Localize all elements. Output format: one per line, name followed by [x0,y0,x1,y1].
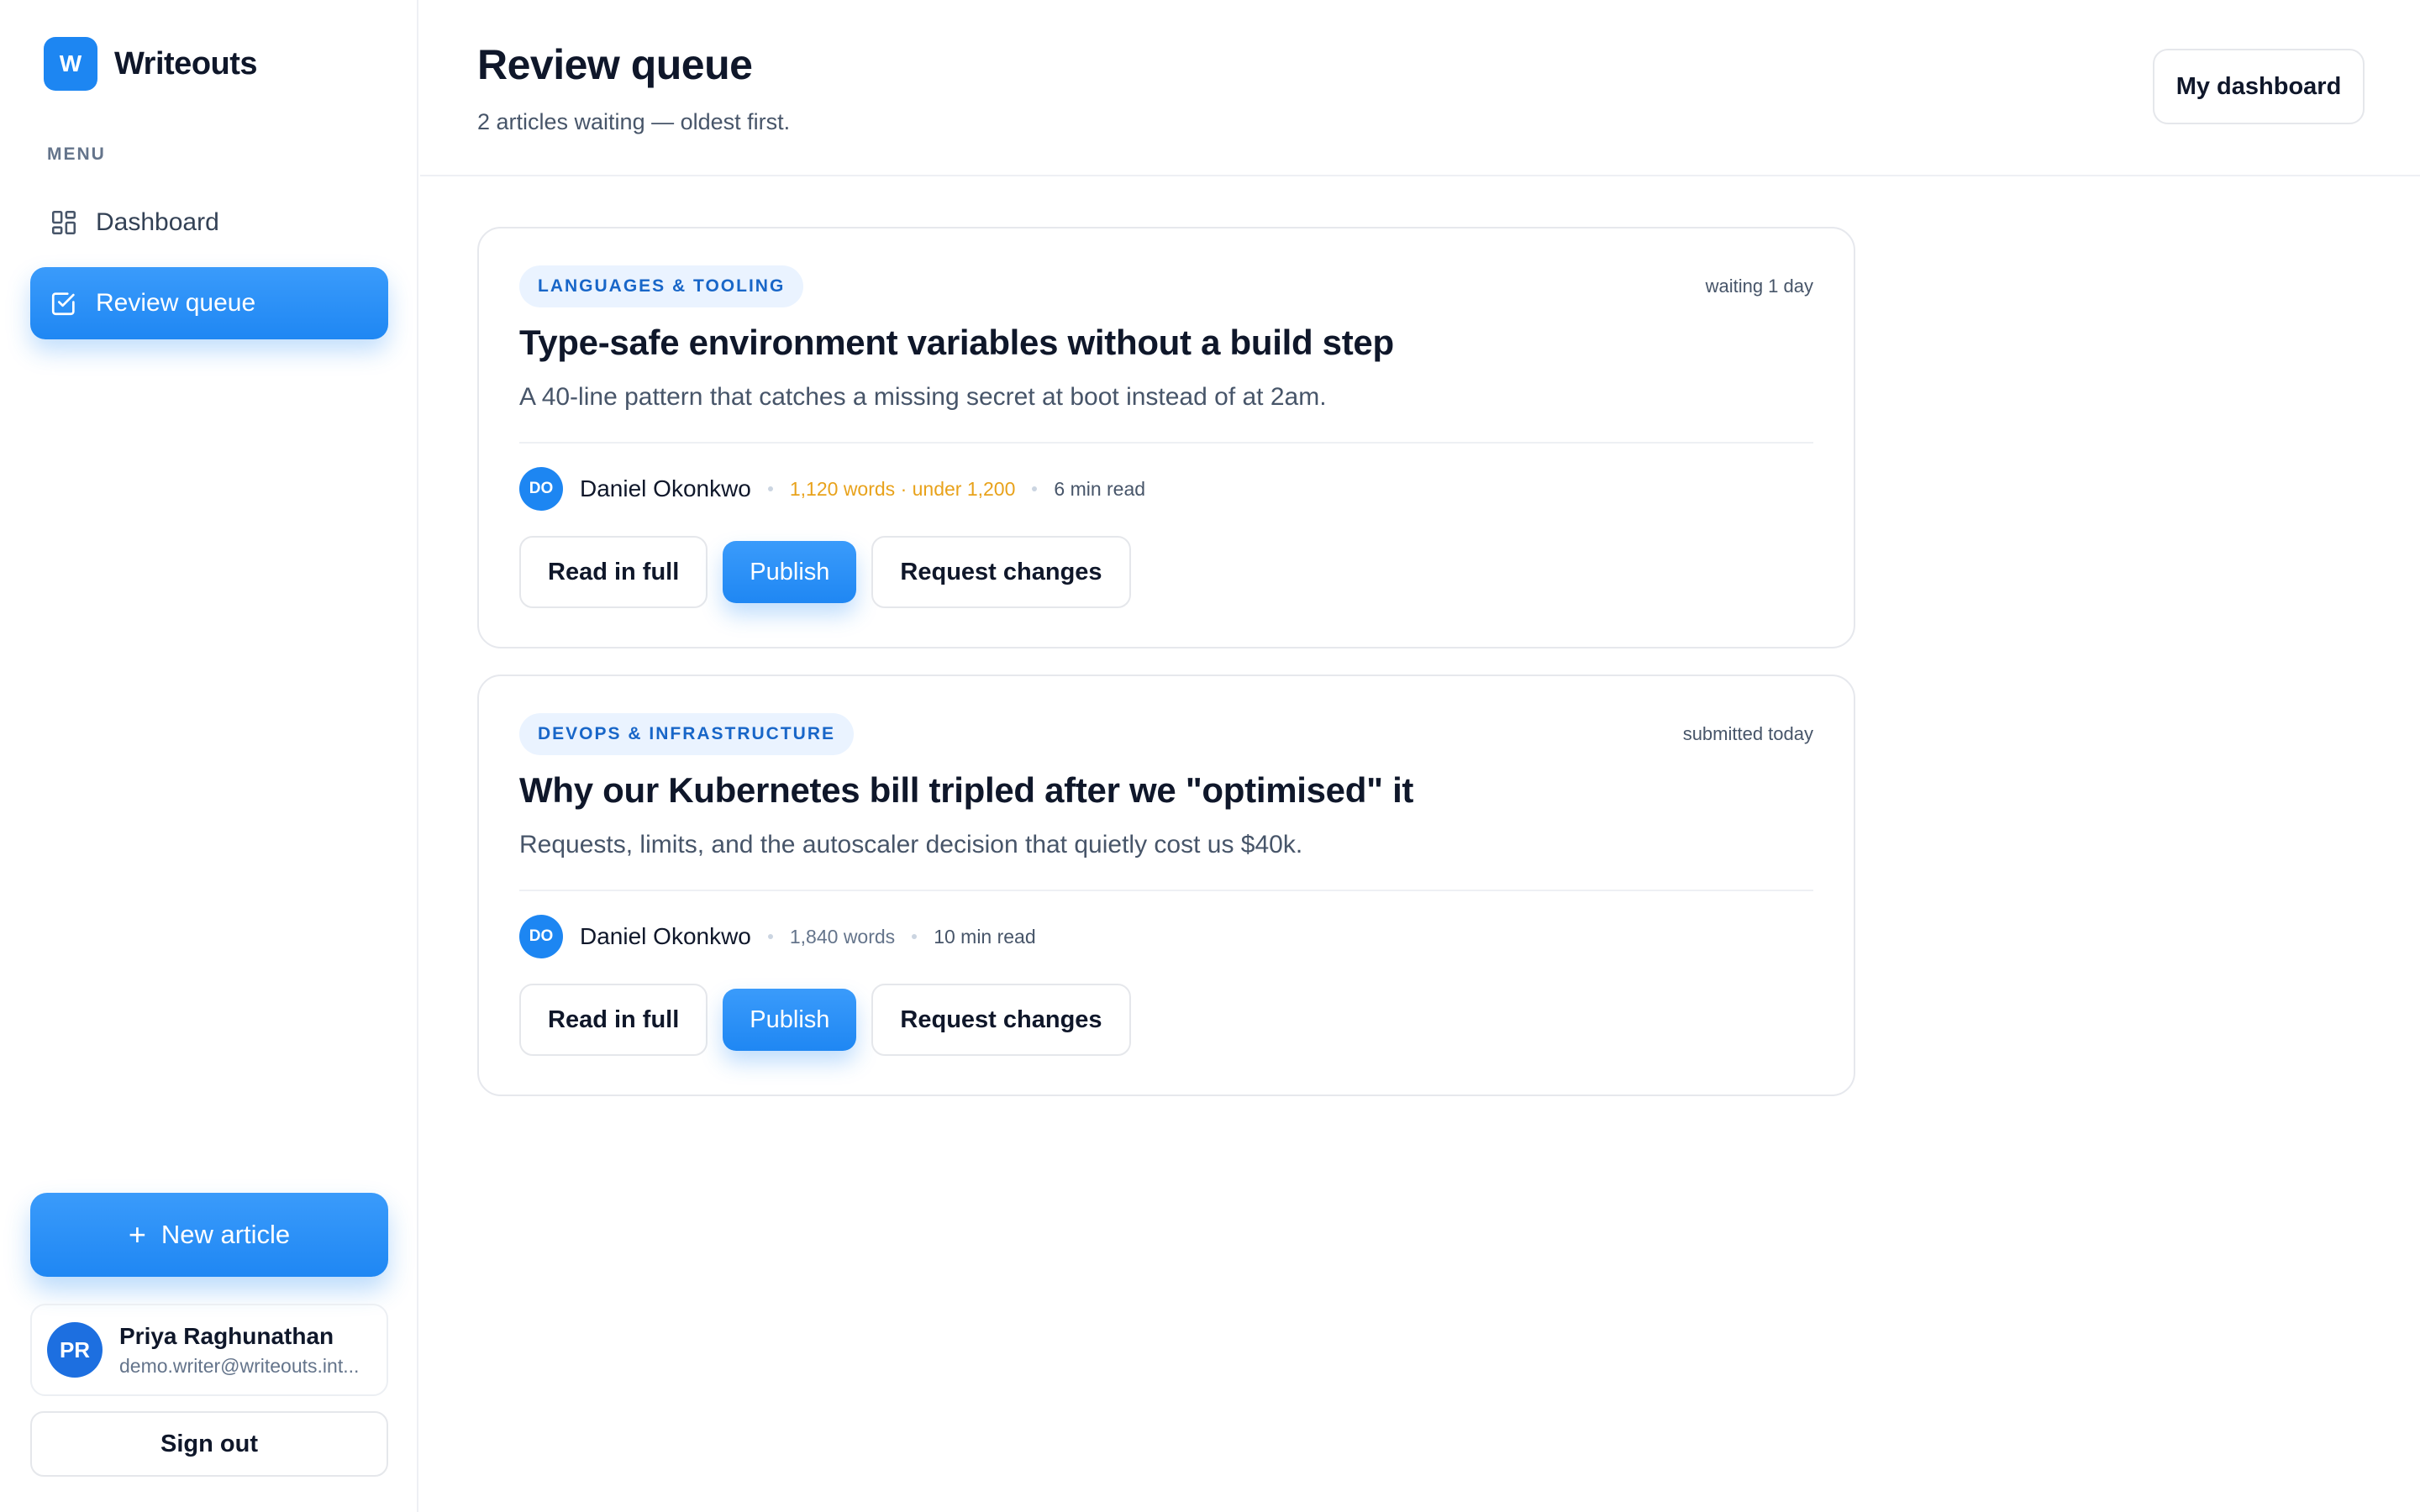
user-card[interactable]: PR Priya Raghunathan demo.writer@writeou… [30,1304,388,1396]
article-meta: DO Daniel Okonkwo 1,120 words · under 1,… [519,467,1145,511]
status-text: waiting 1 day [1705,276,1813,297]
separator-dot [912,934,918,939]
my-dashboard-button[interactable]: My dashboard [2153,49,2365,124]
read-in-full-button[interactable]: Read in full [519,536,708,608]
page-header: Review queue 2 articles waiting — oldest… [420,0,2420,176]
avatar: DO [519,915,563,958]
brand[interactable]: W Writeouts [44,37,258,91]
separator-dot [767,934,773,939]
sidebar-item-label: Dashboard [96,208,219,236]
divider [519,890,1813,891]
user-email: demo.writer@writeouts.int... [119,1354,360,1377]
article-card: DEVOPS & INFRASTRUCTURE submitted today … [477,675,1855,1096]
grid-icon [49,207,79,238]
new-article-button[interactable]: + New article [30,1193,388,1277]
article-title: Why our Kubernetes bill tripled after we… [519,770,1414,810]
article-title: Type-safe environment variables without … [519,323,1394,362]
category-tag: DEVOPS & INFRASTRUCTURE [519,713,855,755]
read-time: 10 min read [934,925,1036,948]
request-changes-button[interactable]: Request changes [871,536,1131,608]
status-text: submitted today [1682,723,1813,744]
new-article-label: New article [160,1220,291,1249]
author-name: Daniel Okonkwo [580,475,751,501]
avatar: PR [47,1322,103,1378]
publish-button[interactable]: Publish [723,541,857,603]
author-name: Daniel Okonkwo [580,923,751,949]
menu-label: MENU [47,144,106,164]
word-count: 1,840 words [789,925,896,948]
brand-logo: W [44,37,97,91]
article-description: Requests, limits, and the autoscaler dec… [519,831,1303,858]
separator-dot [767,486,773,491]
request-changes-button[interactable]: Request changes [871,984,1131,1056]
article-meta: DO Daniel Okonkwo 1,840 words 10 min rea… [519,915,1036,958]
divider [519,442,1813,444]
article-actions: Read in full Publish Request changes [519,984,1131,1056]
read-time: 6 min read [1054,477,1146,500]
plus-icon: + [128,1217,146,1252]
article-actions: Read in full Publish Request changes [519,536,1131,608]
sidebar-item-dashboard[interactable]: Dashboard [30,186,388,259]
read-in-full-button[interactable]: Read in full [519,984,708,1056]
sidebar-item-label: Review queue [96,289,256,317]
sign-out-button[interactable]: Sign out [30,1411,388,1477]
publish-button[interactable]: Publish [723,989,857,1051]
brand-name: Writeouts [114,45,258,81]
category-tag: LANGUAGES & TOOLING [519,265,804,307]
user-name: Priya Raghunathan [119,1322,334,1349]
checkbox-icon [49,288,79,318]
article-description: A 40-line pattern that catches a missing… [519,383,1327,411]
separator-dot [1032,486,1038,491]
article-card: LANGUAGES & TOOLING waiting 1 day Type-s… [477,227,1855,648]
sidebar: W Writeouts MENU Dashboard Review queue … [0,0,418,1512]
page-title: Review queue [477,41,753,88]
sidebar-item-review-queue[interactable]: Review queue [30,267,388,339]
page-subtitle: 2 articles waiting — oldest first. [477,109,791,134]
word-count: 1,120 words · under 1,200 [789,477,1016,500]
avatar: DO [519,467,563,511]
